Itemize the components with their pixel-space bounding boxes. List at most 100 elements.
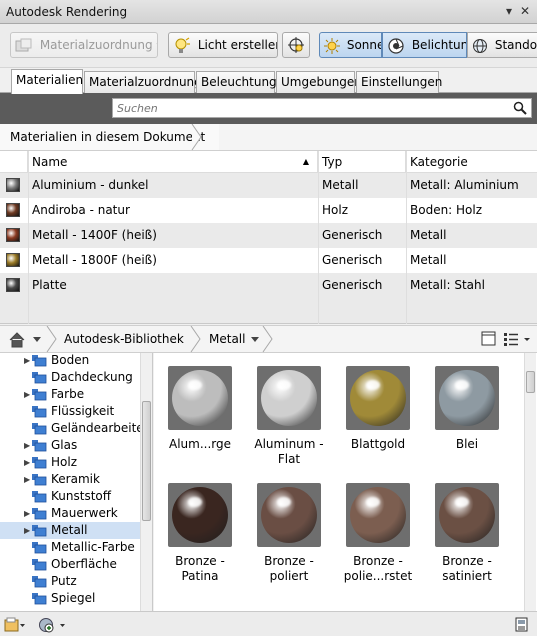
tab-materialzuordnung[interactable]: Materialzuordnung (84, 71, 202, 93)
tree-item-label: Keramik (51, 472, 100, 486)
material-editor-icon[interactable] (515, 617, 529, 633)
expand-arrow-icon[interactable]: ▶ (24, 454, 30, 471)
folder-icon (32, 576, 47, 588)
exposure-button[interactable]: Belichtung (382, 32, 467, 58)
material-category: Metall: Aluminium (410, 178, 519, 192)
tab-materialien[interactable]: Materialien (11, 69, 83, 94)
list-view-icon[interactable] (503, 331, 531, 347)
tab-einstellungen[interactable]: Einstellungen (356, 71, 442, 93)
material-type: Generisch (322, 228, 383, 242)
tree-item[interactable]: Oberfläche (0, 556, 140, 573)
tab-beleuchtung[interactable]: Beleuchtung (196, 71, 277, 93)
tree-item[interactable]: Flüssigkeit (0, 403, 140, 420)
table-row[interactable]: Platte Generisch Metall: Stahl (0, 273, 537, 298)
document-breadcrumb-bar: Materialien in diesem Dokument (0, 124, 537, 151)
material-swatch (6, 228, 20, 242)
material-tile-label: Bronze - satiniert (442, 554, 492, 583)
sun-button[interactable]: Sonne (319, 32, 382, 58)
tree-item-label: Putz (51, 574, 77, 588)
tab-umgebungen[interactable]: Umgebungen (276, 71, 362, 93)
material-swatch (6, 203, 20, 217)
table-row[interactable]: Metall - 1800F (heiß) Generisch Metall (0, 248, 537, 273)
breadcrumb-separator-icon (46, 326, 57, 353)
tree-item[interactable]: ▶ Holz (0, 454, 140, 471)
grid-scrollbar[interactable] (524, 353, 536, 611)
tree-item[interactable]: ▶ Farbe (0, 386, 140, 403)
material-type: Holz (322, 203, 348, 217)
material-tile[interactable]: Blei (425, 366, 509, 452)
tree-item-label: Spiegel (51, 591, 96, 605)
expand-arrow-icon[interactable]: ▶ (24, 522, 30, 539)
home-icon[interactable] (8, 332, 28, 348)
expand-arrow-icon[interactable]: ▶ (24, 505, 30, 522)
breadcrumb-label: Materialien in diesem Dokument (10, 130, 206, 144)
tree-item[interactable]: Metallic-Farbe (0, 539, 140, 556)
material-tile[interactable]: Bronze - satiniert (425, 483, 509, 584)
table-row[interactable]: Metall - 1400F (heiß) Generisch Metall (0, 223, 537, 248)
material-tile[interactable]: Blattgold (336, 366, 420, 452)
pin-icon[interactable]: ▾ (502, 4, 516, 18)
create-material-icon[interactable] (38, 616, 68, 634)
tree-item[interactable]: Kunststoff (0, 488, 140, 505)
tree-item[interactable]: ▶ Glas (0, 437, 140, 454)
chevron-down-icon[interactable] (250, 336, 260, 344)
column-type-header[interactable]: Typ (318, 151, 406, 173)
location-button[interactable]: Standort (467, 32, 537, 58)
expand-arrow-icon[interactable]: ▶ (24, 386, 30, 403)
search-input[interactable] (115, 100, 507, 116)
search-box (112, 98, 532, 118)
material-tile[interactable]: Alum...rge (158, 366, 242, 452)
folder-icon (32, 423, 47, 435)
table-row[interactable]: Andiroba - natur Holz Boden: Holz (0, 198, 537, 223)
tree-item-label: Geländearbeiten (51, 421, 152, 435)
open-library-icon[interactable] (4, 617, 26, 633)
tree-scrollbar[interactable] (140, 353, 152, 611)
material-tile[interactable]: Bronze - poliert (247, 483, 331, 584)
material-category: Boden: Holz (410, 203, 483, 217)
close-icon[interactable]: ✕ (518, 4, 532, 18)
material-tile-label: Bronze - Patina (175, 554, 225, 583)
breadcrumb[interactable]: Materialien in diesem Dokument (0, 124, 220, 150)
tree-item-label: Holz (51, 455, 77, 469)
tree-item[interactable]: ▶ Boden (0, 353, 140, 369)
folder-icon (32, 525, 47, 537)
expand-arrow-icon[interactable]: ▶ (24, 353, 30, 369)
tree-scrollbar-thumb[interactable] (142, 401, 151, 521)
material-assign-label: Materialzuordnung (39, 38, 153, 52)
crosshair-icon (288, 37, 304, 53)
library-breadcrumb-bar: Autodesk-Bibliothek Metall (0, 325, 537, 353)
expand-arrow-icon[interactable]: ▶ (24, 437, 30, 454)
material-tile[interactable]: Bronze - polie...rstet (336, 483, 420, 584)
material-tile[interactable]: Bronze - Patina (158, 483, 242, 584)
tree-item[interactable]: ▶ Metall (0, 522, 140, 539)
breadcrumb-category[interactable]: Metall (209, 332, 245, 346)
material-category: Metall (410, 228, 447, 242)
chevron-down-icon[interactable] (32, 336, 42, 344)
folder-icon (32, 474, 47, 486)
material-tile-label: Alum...rge (168, 437, 231, 451)
document-materials-table: Name ▲ Typ Kategorie Aluminium - dunkel M… (0, 151, 537, 324)
column-name-header[interactable]: Name ▲ (28, 151, 318, 173)
table-row[interactable]: Aluminium - dunkel Metall Metall: Aluminiu… (0, 173, 537, 198)
search-icon[interactable] (513, 101, 527, 115)
panel-view-icon[interactable] (481, 331, 497, 347)
folder-icon (32, 559, 47, 571)
material-name: Platte (32, 278, 67, 292)
material-tile[interactable]: Aluminum - Flat (247, 366, 331, 467)
tree-item[interactable]: ▶ Keramik (0, 471, 140, 488)
tree-item[interactable]: Dachdeckung (0, 369, 140, 386)
tree-item-label: Kunststoff (51, 489, 112, 503)
tab-bar: Materialien Materialzuordnung Beleuchtun… (0, 68, 537, 94)
expand-arrow-icon[interactable]: ▶ (24, 471, 30, 488)
column-category-header[interactable]: Kategorie (406, 151, 537, 173)
tree-item[interactable]: Spiegel (0, 590, 140, 607)
tree-item[interactable]: Geländearbeiten (0, 420, 151, 437)
breadcrumb-library[interactable]: Autodesk-Bibliothek (64, 332, 184, 346)
tree-item[interactable]: ▶ Mauerwerk (0, 505, 140, 522)
material-assign-button[interactable]: Materialzuordnung ▼ (10, 32, 158, 58)
sort-ascending-icon: ▲ (302, 157, 309, 166)
grid-scrollbar-thumb[interactable] (526, 371, 535, 393)
tree-item[interactable]: Putz (0, 573, 140, 590)
light-create-button[interactable]: Licht erstellen ▼ (168, 32, 278, 58)
locate-light-button[interactable] (282, 32, 310, 58)
